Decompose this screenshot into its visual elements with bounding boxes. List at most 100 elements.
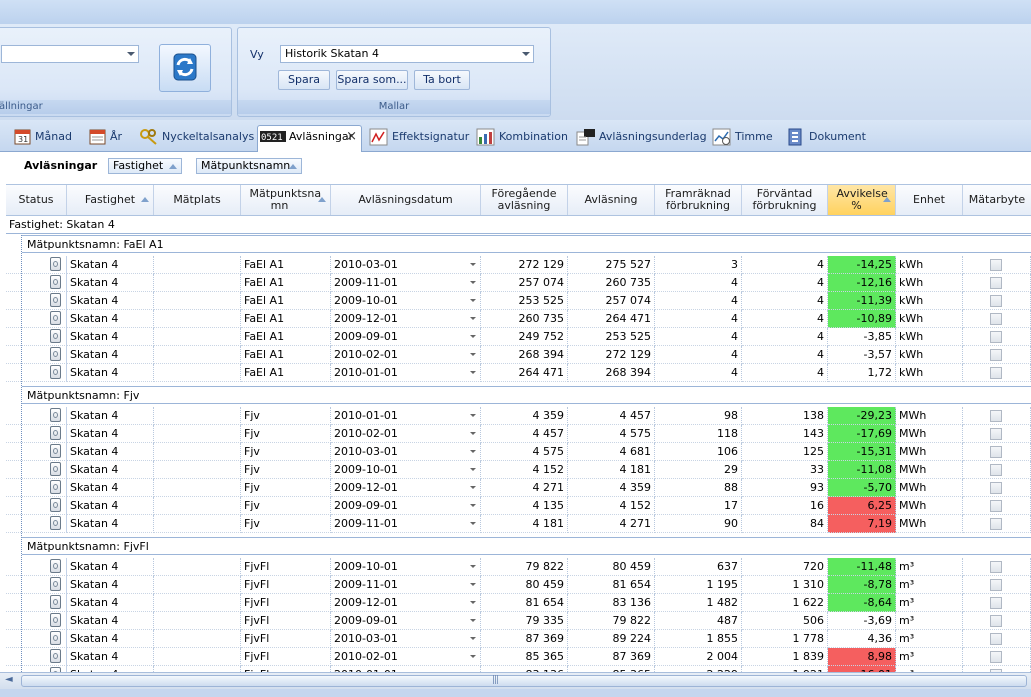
cell-matpunktsnamn[interactable]: FjvFl [241,630,331,648]
checkbox[interactable] [990,331,1002,343]
chevron-down-icon[interactable] [470,565,476,568]
cell-enhet[interactable]: MWh [896,461,963,479]
cell-foregaende[interactable]: 257 074 [481,274,568,292]
checkbox[interactable] [990,277,1002,289]
cell-fastighet[interactable]: Skatan 4 [67,576,154,594]
cell-fastighet[interactable]: Skatan 4 [67,310,154,328]
cell-avlasningsdatum[interactable]: 2010-02-01 [331,346,481,364]
cell-forvantad[interactable]: 1 839 [742,648,828,666]
cell-matpunktsnamn[interactable]: FaEl A1 [241,274,331,292]
chevron-down-icon[interactable] [470,619,476,622]
cell-framraknad[interactable]: 1 855 [655,630,742,648]
cell-avvikelse[interactable]: -11,48 [828,558,896,576]
cell-forvantad[interactable]: 138 [742,407,828,425]
cell-fastighet[interactable]: Skatan 4 [67,497,154,515]
cell-fastighet[interactable]: Skatan 4 [67,443,154,461]
cell-matplats[interactable] [154,648,241,666]
cell-matarbyte[interactable] [963,594,1031,612]
status-document-icon[interactable] [50,559,61,573]
cell-foregaende[interactable]: 4 457 [481,425,568,443]
cell-avlasning[interactable]: 4 271 [568,515,655,533]
table-row[interactable]: Skatan 4 FaEl A1 2009-12-01 260 735 264 471 4… [6,310,1031,328]
cell-framraknad[interactable]: 2 004 [655,648,742,666]
header-avlasningsdatum[interactable]: Avläsningsdatum [331,185,481,215]
cell-matpunktsnamn[interactable]: Fjv [241,497,331,515]
cell-matarbyte[interactable] [963,256,1031,274]
cell-foregaende[interactable]: 4 271 [481,479,568,497]
cell-avvikelse[interactable]: -3,85 [828,328,896,346]
checkbox[interactable] [990,349,1002,361]
checkbox[interactable] [990,561,1002,573]
cell-matpunktsnamn[interactable]: Fjv [241,515,331,533]
header-foregaende[interactable]: Föregående avläsning [481,185,568,215]
checkbox[interactable] [990,295,1002,307]
status-document-icon[interactable] [50,480,61,494]
checkbox[interactable] [990,446,1002,458]
checkbox[interactable] [990,579,1002,591]
cell-forvantad[interactable]: 4 [742,292,828,310]
cell-forvantad[interactable]: 1 310 [742,576,828,594]
cell-fastighet[interactable]: Skatan 4 [67,274,154,292]
cell-matplats[interactable] [154,274,241,292]
cell-matarbyte[interactable] [963,497,1031,515]
cell-avlasningsdatum[interactable]: 2009-11-01 [331,576,481,594]
cell-matplats[interactable] [154,407,241,425]
checkbox[interactable] [990,313,1002,325]
cell-fastighet[interactable]: Skatan 4 [67,594,154,612]
checkbox[interactable] [990,464,1002,476]
chevron-down-icon[interactable] [470,637,476,640]
cell-foregaende[interactable]: 249 752 [481,328,568,346]
cell-forvantad[interactable]: 16 [742,497,828,515]
view-select[interactable]: Historik Skatan 4 [280,45,534,63]
tab-avlasningar[interactable]: 0521 Avläsningar × [257,125,362,152]
cell-fastighet[interactable]: Skatan 4 [67,630,154,648]
table-row[interactable]: Skatan 4 Fjv 2009-10-01 4 152 4 181 29 33 -11,0… [6,461,1031,479]
cell-fastighet[interactable]: Skatan 4 [67,407,154,425]
cell-matpunktsnamn[interactable]: FaEl A1 [241,292,331,310]
cell-enhet[interactable]: kWh [896,346,963,364]
cell-matarbyte[interactable] [963,425,1031,443]
table-row[interactable]: Skatan 4 FaEl A1 2009-09-01 249 752 253 525 4… [6,328,1031,346]
cell-avlasning[interactable]: 272 129 [568,346,655,364]
table-row[interactable]: Skatan 4 FjvFl 2009-09-01 79 335 79 822 487 50… [6,612,1031,630]
checkbox[interactable] [990,518,1002,530]
cell-framraknad[interactable]: 1 195 [655,576,742,594]
cell-framraknad[interactable]: 4 [655,274,742,292]
header-avlasning[interactable]: Avläsning [568,185,655,215]
cell-matplats[interactable] [154,346,241,364]
cell-avlasning[interactable]: 89 224 [568,630,655,648]
chevron-down-icon[interactable] [470,583,476,586]
cell-avvikelse[interactable]: -12,16 [828,274,896,292]
header-fastighet[interactable]: Fastighet [67,185,154,215]
cell-matplats[interactable] [154,630,241,648]
cell-forvantad[interactable]: 506 [742,612,828,630]
cell-avlasning[interactable]: 275 527 [568,256,655,274]
cell-matarbyte[interactable] [963,346,1031,364]
cell-avlasningsdatum[interactable]: 2010-03-01 [331,443,481,461]
chevron-down-icon[interactable] [470,601,476,604]
cell-matpunktsnamn[interactable]: FaEl A1 [241,364,331,382]
cell-matplats[interactable] [154,594,241,612]
refresh-button[interactable] [159,44,211,92]
cell-avlasning[interactable]: 260 735 [568,274,655,292]
checkbox[interactable] [990,633,1002,645]
checkbox[interactable] [990,410,1002,422]
cell-foregaende[interactable]: 79 335 [481,612,568,630]
horizontal-scrollbar[interactable]: ◄ ||| [0,672,1031,689]
cell-matarbyte[interactable] [963,515,1031,533]
cell-matplats[interactable] [154,515,241,533]
cell-avlasningsdatum[interactable]: 2009-09-01 [331,497,481,515]
cell-matpunktsnamn[interactable]: Fjv [241,461,331,479]
status-document-icon[interactable] [50,631,61,645]
group-row-matpunkt[interactable]: Mätpunktsnamn: FaEl A1 [22,235,1031,253]
cell-framraknad[interactable]: 98 [655,407,742,425]
tab-effektsignatur[interactable]: Effektsignatur [369,126,469,150]
cell-matarbyte[interactable] [963,648,1031,666]
table-row[interactable]: Skatan 4 Fjv 2010-01-01 4 359 4 457 98 138 -29,… [6,407,1031,425]
cell-enhet[interactable]: m³ [896,630,963,648]
cell-avvikelse[interactable]: -15,31 [828,443,896,461]
cell-matarbyte[interactable] [963,630,1031,648]
table-row[interactable]: Skatan 4 Fjv 2010-02-01 4 457 4 575 118 143 -17… [6,425,1031,443]
cell-enhet[interactable]: m³ [896,558,963,576]
table-row[interactable]: Skatan 4 FaEl A1 2010-02-01 268 394 272 129 4… [6,346,1031,364]
